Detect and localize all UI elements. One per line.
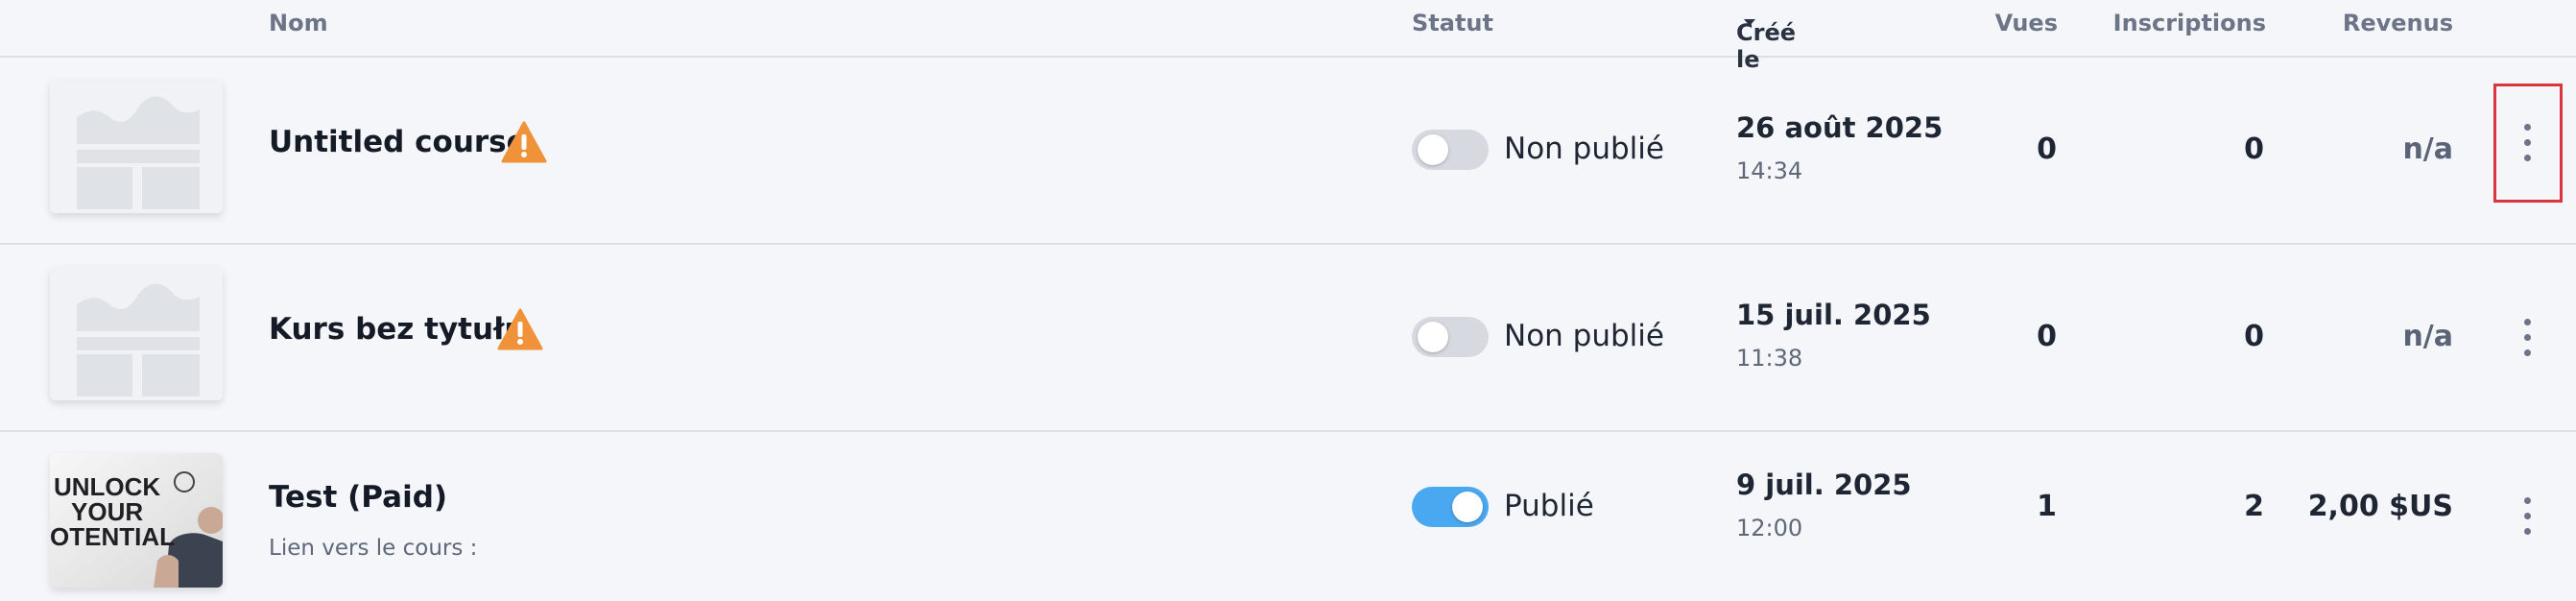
column-header-revenue[interactable]: Revenus xyxy=(2343,10,2453,36)
kebab-menu-icon xyxy=(2524,497,2532,536)
course-thumbnail[interactable]: UNLOCK YOUR OTENTIAL xyxy=(50,453,223,588)
kebab-menu-icon xyxy=(2524,124,2532,162)
created-time: 12:00 xyxy=(1736,515,1803,541)
revenue-value: 2,00 $US xyxy=(2307,490,2453,523)
placeholder-image-icon xyxy=(50,266,223,400)
publish-toggle[interactable] xyxy=(1412,130,1489,170)
warning-icon[interactable] xyxy=(501,121,547,167)
unlock-your-potential-image: UNLOCK YOUR OTENTIAL xyxy=(50,453,223,588)
table-row[interactable]: UNLOCK YOUR OTENTIAL Test (Paid) Lien ve… xyxy=(0,432,2576,601)
course-title[interactable]: Test (Paid) xyxy=(269,480,447,515)
toggle-knob xyxy=(1418,322,1448,352)
thumbnail-text-line: OTENTIAL xyxy=(50,522,175,551)
course-thumbnail[interactable] xyxy=(50,79,223,213)
publish-toggle[interactable] xyxy=(1412,317,1489,357)
views-count: 0 xyxy=(2037,132,2057,166)
table-row[interactable]: Untitled course Non publié 26 août 2025 … xyxy=(0,58,2576,245)
row-actions-button[interactable] xyxy=(2493,457,2563,576)
created-date: 15 juil. 2025 xyxy=(1736,299,1931,331)
created-time: 11:38 xyxy=(1736,345,1803,372)
registrations-count: 2 xyxy=(2244,490,2264,523)
row-actions-button[interactable] xyxy=(2493,84,2563,203)
course-thumbnail[interactable] xyxy=(50,266,223,400)
column-header-name[interactable]: Nom xyxy=(269,10,328,36)
column-header-status[interactable]: Statut xyxy=(1412,10,1493,36)
status-label: Non publié xyxy=(1504,132,1664,166)
course-title[interactable]: Kurs bez tytułu xyxy=(269,312,526,347)
publish-toggle[interactable] xyxy=(1412,487,1489,527)
table-row[interactable]: Kurs bez tytułu Non publié 15 juil. 2025… xyxy=(0,245,2576,432)
table-header: Nom Statut Créé le Vues Inscriptions Rev… xyxy=(0,0,2576,73)
created-time: 14:34 xyxy=(1736,157,1803,184)
placeholder-image-icon xyxy=(50,79,223,213)
registrations-count: 0 xyxy=(2244,320,2264,353)
course-title[interactable]: Untitled course xyxy=(269,125,527,159)
revenue-value: n/a xyxy=(2402,132,2453,166)
course-link-label: Lien vers le cours : xyxy=(269,536,478,561)
sort-caret-icon xyxy=(1744,18,1755,26)
created-date: 9 juil. 2025 xyxy=(1736,469,1912,501)
warning-icon[interactable] xyxy=(497,308,543,354)
status-label: Publié xyxy=(1504,489,1594,523)
toggle-knob xyxy=(1418,134,1448,165)
column-header-registrations[interactable]: Inscriptions xyxy=(2113,10,2266,36)
status-label: Non publié xyxy=(1504,319,1664,353)
revenue-value: n/a xyxy=(2402,320,2453,353)
column-header-views[interactable]: Vues xyxy=(1995,10,2058,36)
views-count: 1 xyxy=(2037,490,2057,523)
views-count: 0 xyxy=(2037,320,2057,353)
kebab-menu-icon xyxy=(2524,319,2532,357)
created-date: 26 août 2025 xyxy=(1736,111,1944,144)
row-actions-button[interactable] xyxy=(2493,278,2563,397)
registrations-count: 0 xyxy=(2244,132,2264,166)
toggle-knob xyxy=(1452,492,1483,522)
column-header-created[interactable]: Créé le xyxy=(1736,10,1796,73)
